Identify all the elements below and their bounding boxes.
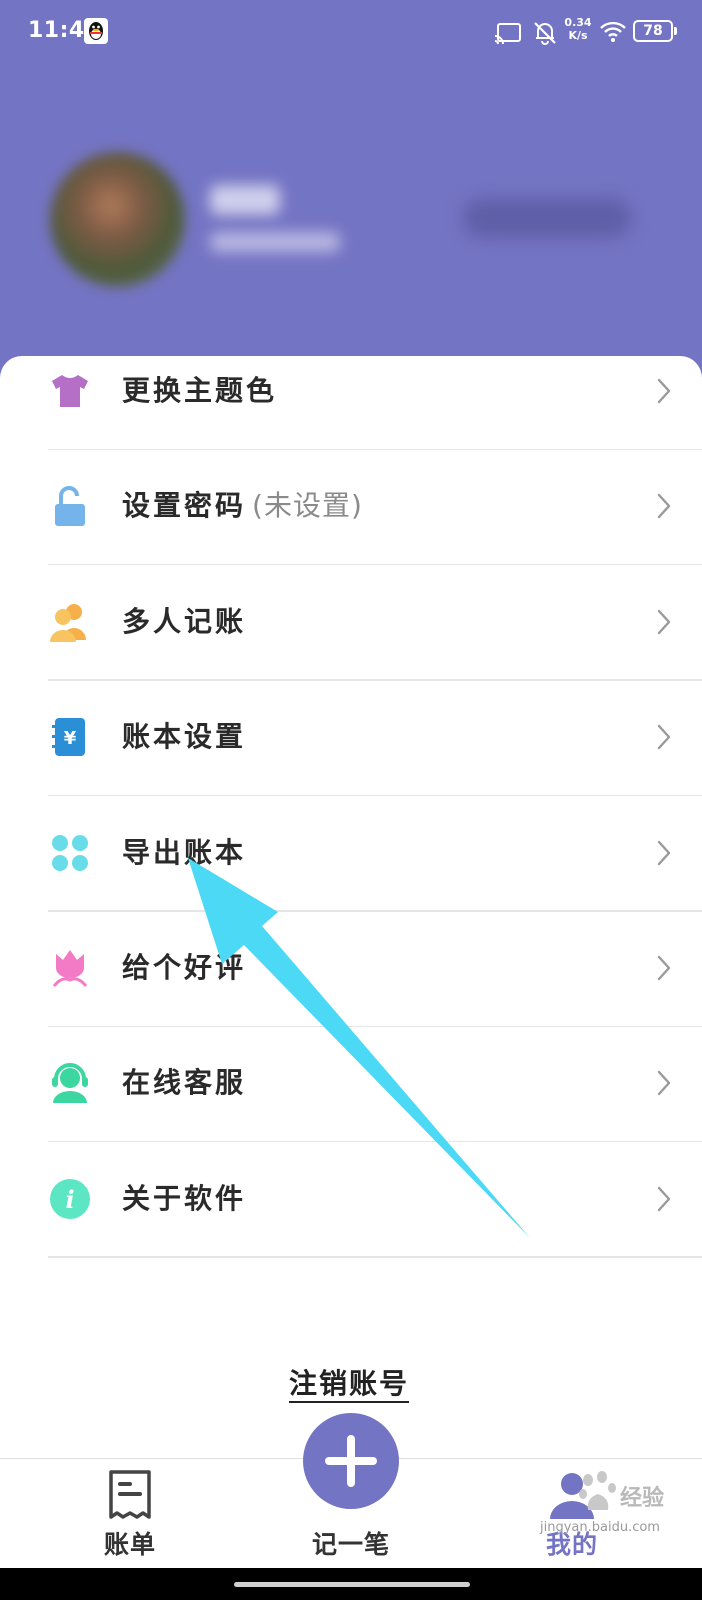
tab-bill[interactable]: 账单 (55, 1459, 205, 1569)
watermark-brand: 经验 (620, 1486, 665, 1511)
baidu-paw-icon (579, 1471, 616, 1510)
menu-item-text: 更换主题色 (122, 374, 278, 407)
user-id-blurred (210, 232, 340, 252)
network-speed: 0.34 K/s (564, 16, 592, 42)
add-record-button[interactable] (303, 1413, 399, 1509)
menu-item-label: 设置密码 (未设置) (122, 489, 363, 523)
unlock-icon (48, 484, 92, 528)
menu-item-text: 设置密码 (122, 489, 247, 523)
menu-item-text: 在线客服 (122, 1066, 247, 1100)
flower-icon (48, 946, 92, 990)
menu-item-label: 给个好评 (122, 951, 246, 985)
gesture-area (0, 1568, 702, 1600)
chevron-right-icon (656, 1185, 672, 1213)
chevron-right-icon (656, 954, 672, 982)
plus-icon-v (347, 1435, 355, 1487)
screen: 11:41 0.34 K/s 78 更换主题色 设置密码 (未设置) 多人记账 … (0, 0, 702, 1600)
menu-item-text: 导出账本 (122, 835, 247, 869)
menu-item-note: (未设置) (252, 489, 363, 523)
tab-mine[interactable]: 我的 (497, 1459, 647, 1569)
chevron-right-icon (656, 377, 672, 405)
bell-off-icon (534, 22, 556, 45)
menu-item-password[interactable]: 设置密码 (未设置) (0, 448, 702, 566)
menu-item-export[interactable]: 导出账本 (0, 795, 702, 912)
users-icon (48, 600, 92, 644)
wifi-icon (600, 21, 626, 42)
info-icon: i (48, 1177, 92, 1221)
status-bar: 11:41 0.34 K/s 78 (0, 0, 702, 64)
logout-link[interactable]: 注销账号 (289, 1362, 409, 1402)
ledger-icon: ¥ (48, 715, 92, 759)
qq-icon (84, 18, 108, 44)
svg-text:¥: ¥ (64, 728, 77, 749)
menu-item-text: 多人记账 (122, 604, 247, 638)
divider (48, 1256, 702, 1258)
menu-item-label: 导出账本 (122, 836, 246, 870)
menu-item-service[interactable]: 在线客服 (0, 1025, 702, 1143)
menu-item-rate[interactable]: 给个好评 (0, 910, 702, 1027)
menu-item-book[interactable]: ¥ 账本设置 (0, 679, 702, 797)
cast-icon (494, 23, 521, 44)
gesture-bar[interactable] (234, 1582, 470, 1587)
menu-item-multi[interactable]: 多人记账 (0, 564, 702, 681)
headset-icon (48, 1061, 92, 1105)
svg-text:i: i (65, 1185, 74, 1214)
chevron-right-icon (656, 839, 672, 867)
menu-item-about[interactable]: i 关于软件 (0, 1141, 702, 1258)
tab-add-label: 记一笔 (311, 1530, 390, 1559)
battery-indicator: 78 (633, 20, 677, 42)
menu-item-label: 多人记账 (122, 605, 246, 639)
chevron-right-icon (656, 1069, 672, 1097)
speed-unit: K/s (568, 29, 588, 42)
watermark-url: jingyan.baidu.com (540, 1520, 660, 1535)
menu-item-label: 账本设置 (122, 720, 246, 754)
avatar[interactable] (50, 152, 185, 287)
menu-item-text: 账本设置 (122, 720, 247, 754)
clover-icon (48, 831, 92, 875)
menu-item-label: 关于软件 (122, 1182, 246, 1216)
tshirt-icon (48, 369, 92, 413)
menu-item-text: 关于软件 (122, 1181, 247, 1215)
chevron-right-icon (656, 723, 672, 751)
speed-value: 0.34 (564, 16, 592, 29)
chevron-right-icon (656, 608, 672, 636)
chevron-right-icon (656, 492, 672, 520)
menu-item-theme[interactable]: 更换主题色 (0, 333, 702, 450)
profile-header: 11:41 0.34 K/s 78 (0, 0, 702, 380)
receipt-icon (109, 1470, 151, 1519)
menu-item-label: 更换主题色 (122, 374, 277, 408)
menu-item-text: 给个好评 (122, 951, 247, 984)
profile-action-button[interactable] (462, 198, 632, 238)
nickname-blurred (210, 185, 280, 215)
menu-item-label: 在线客服 (122, 1066, 246, 1100)
tab-bill-label: 账单 (103, 1530, 156, 1559)
